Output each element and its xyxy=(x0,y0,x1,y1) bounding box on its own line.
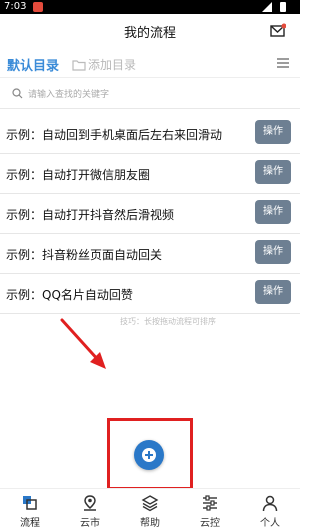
list-item[interactable]: 示例：自动打开微信朋友圈 操作 xyxy=(0,154,300,194)
sort-tip: 技巧：长按拖动流程可排序 xyxy=(120,317,216,326)
folder-icon xyxy=(72,59,86,71)
status-bar: 7:03 xyxy=(0,0,300,14)
add-directory-label: 添加目录 xyxy=(88,58,137,72)
search-bar[interactable]: 请输入查找的关键字 xyxy=(0,82,300,106)
nav-item-cloud-market[interactable]: 云市 xyxy=(60,489,120,530)
nav-item-flow[interactable]: 流程 xyxy=(0,489,60,530)
list-item[interactable]: 示例：自动打开抖音然后滑视频 操作 xyxy=(0,194,300,234)
search-icon xyxy=(12,88,23,99)
add-directory-button[interactable]: 添加目录 xyxy=(72,56,136,73)
battery-icon xyxy=(280,2,286,12)
plus-icon xyxy=(142,448,156,462)
flow-label: 示例：QQ名片自动回赞 xyxy=(6,288,133,302)
title-bar: 我的流程 xyxy=(0,14,300,48)
location-icon xyxy=(84,495,96,511)
notification-icon xyxy=(33,2,43,12)
signal-icon xyxy=(262,2,272,12)
operate-button[interactable]: 操作 xyxy=(255,280,291,304)
operate-button[interactable]: 操作 xyxy=(255,160,291,184)
sliders-icon xyxy=(203,495,217,511)
flow-label: 示例：自动回到手机桌面后左右来回滑动 xyxy=(6,128,223,142)
nav-label: 云市 xyxy=(80,518,100,529)
flow-label: 示例：抖音粉丝页面自动回关 xyxy=(6,248,163,262)
search-input[interactable]: 请输入查找的关键字 xyxy=(28,87,109,100)
mail-icon[interactable] xyxy=(270,23,286,39)
page-title: 我的流程 xyxy=(123,26,176,41)
list-item[interactable]: 示例：QQ名片自动回赞 操作 xyxy=(0,274,300,314)
operate-button[interactable]: 操作 xyxy=(255,120,291,144)
divider xyxy=(0,108,300,109)
nav-item-help[interactable]: 帮助 xyxy=(120,489,180,530)
add-flow-button[interactable] xyxy=(134,440,164,470)
operate-button[interactable]: 操作 xyxy=(255,240,291,264)
tab-default-directory[interactable]: 默认目录 xyxy=(7,55,59,74)
list-item[interactable]: 示例：抖音粉丝页面自动回关 操作 xyxy=(0,234,300,274)
menu-icon[interactable] xyxy=(276,57,290,69)
nav-label: 个人 xyxy=(260,518,280,529)
person-icon xyxy=(262,495,278,512)
flow-label: 示例：自动打开抖音然后滑视频 xyxy=(6,208,175,222)
flow-list: 示例：自动回到手机桌面后左右来回滑动 操作 示例：自动打开微信朋友圈 操作 示例… xyxy=(0,114,300,314)
flow-label: 示例：自动打开微信朋友圈 xyxy=(6,168,151,182)
operate-button[interactable]: 操作 xyxy=(255,200,291,224)
nav-item-personal[interactable]: 个人 xyxy=(240,489,300,530)
nav-label: 云控 xyxy=(200,518,220,529)
status-time: 7:03 xyxy=(4,1,27,12)
nav-item-cloud-control[interactable]: 云控 xyxy=(180,489,240,530)
flow-icon xyxy=(23,496,37,510)
list-item[interactable]: 示例：自动回到手机桌面后左右来回滑动 操作 xyxy=(0,114,300,154)
layers-icon xyxy=(141,495,159,512)
nav-label: 流程 xyxy=(20,518,40,529)
directory-tabs: 默认目录 添加目录 xyxy=(0,48,300,78)
nav-label: 帮助 xyxy=(140,518,160,529)
bottom-navigation: 流程 云市 帮助 云控 个人 xyxy=(0,488,300,530)
